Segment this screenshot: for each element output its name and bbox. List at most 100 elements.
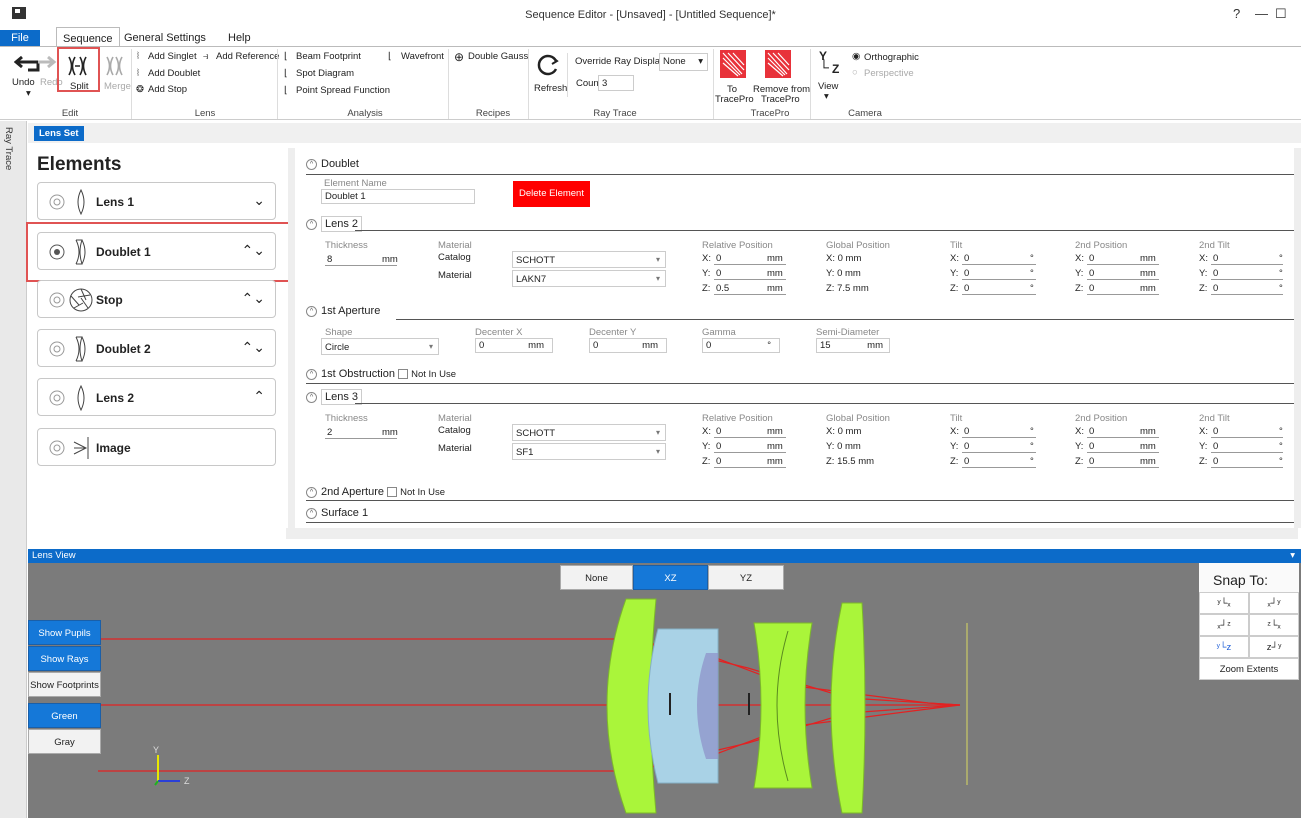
- relative-y-input[interactable]: 0: [716, 268, 721, 279]
- chevron-up-icon[interactable]: ⌃: [253, 388, 265, 405]
- orthographic-radio-icon[interactable]: ◉: [852, 51, 860, 62]
- tab-file[interactable]: File: [0, 30, 40, 46]
- show-footprints-button[interactable]: Show Footprints: [28, 672, 101, 697]
- pos2-x-input[interactable]: 0: [1089, 426, 1094, 437]
- ray-trace-side-tab[interactable]: Ray Trace: [3, 127, 14, 170]
- lens-view-viewport[interactable]: Y Z: [28, 563, 1301, 818]
- section-lens-2[interactable]: ^ Lens 2: [306, 216, 363, 232]
- element-name-input[interactable]: Doublet 1: [321, 189, 475, 204]
- relative-x-input[interactable]: 0: [716, 253, 721, 264]
- snap-zx-icon[interactable]: ᶻ└ₓ: [1249, 614, 1299, 636]
- view-xz-button[interactable]: XZ: [633, 565, 708, 590]
- section-doublet[interactable]: ^ Doublet: [306, 158, 359, 170]
- semi-diameter-input[interactable]: 15 mm: [816, 338, 890, 353]
- pos2-y-input[interactable]: 0: [1089, 441, 1094, 452]
- not-in-use-checkbox[interactable]: [398, 369, 409, 380]
- catalog-select[interactable]: SCHOTT ▾: [512, 424, 666, 441]
- refresh-button[interactable]: Refresh: [534, 83, 567, 94]
- pos2-y-input[interactable]: 0: [1089, 268, 1094, 279]
- maximize-button[interactable]: ☐: [1275, 6, 1287, 22]
- collapse-icon[interactable]: ^: [306, 368, 317, 380]
- spot-diagram-button[interactable]: Spot Diagram: [296, 68, 354, 79]
- shape-select[interactable]: Circle ▾: [321, 338, 439, 355]
- eye-icon[interactable]: [49, 194, 65, 210]
- thickness-input[interactable]: 8: [327, 254, 332, 265]
- decenter-x-input[interactable]: 0 mm: [475, 338, 553, 353]
- element-item-lens-2[interactable]: Lens 2 ⌃: [37, 378, 276, 416]
- override-ray-select[interactable]: None ▾: [659, 53, 708, 71]
- snap-zy-icon[interactable]: z┘ʸ: [1249, 636, 1299, 658]
- element-item-stop[interactable]: Stop ⌃⌄: [37, 280, 276, 318]
- element-item-lens-1[interactable]: Lens 1 ⌄: [37, 182, 276, 220]
- add-reference-button[interactable]: Add Reference: [216, 51, 279, 62]
- tilt-y-input[interactable]: 0: [964, 441, 969, 452]
- snap-xz-icon[interactable]: ₓ┘ᶻ: [1199, 614, 1249, 636]
- tilt2-y-input[interactable]: 0: [1213, 268, 1218, 279]
- catalog-select[interactable]: SCHOTT ▾: [512, 251, 666, 268]
- section-surface-1[interactable]: ^ Surface 1: [306, 507, 368, 519]
- help-button[interactable]: ?: [1233, 6, 1240, 21]
- perspective-radio-icon[interactable]: ○: [852, 67, 858, 78]
- collapse-icon[interactable]: ^: [306, 507, 317, 519]
- lens-set-tab[interactable]: Lens Set: [34, 126, 84, 141]
- collapse-icon[interactable]: ^: [306, 486, 317, 498]
- section-1st-obstruction[interactable]: ^ 1st Obstruction Not In Use: [306, 368, 456, 380]
- material-select[interactable]: LAKN7 ▾: [512, 270, 666, 287]
- delete-element-button[interactable]: Delete Element: [513, 181, 590, 207]
- beam-footprint-button[interactable]: Beam Footprint: [296, 51, 361, 62]
- snap-yz-icon[interactable]: ʸ└z: [1199, 636, 1249, 658]
- element-item-doublet-2[interactable]: Doublet 2 ⌃⌄: [37, 329, 276, 367]
- horizontal-scrollbar[interactable]: [286, 528, 1298, 539]
- relative-x-input[interactable]: 0: [716, 426, 721, 437]
- remove-tracepro-line2[interactable]: TracePro: [761, 94, 800, 105]
- psf-button[interactable]: Point Spread Function: [296, 85, 390, 96]
- add-stop-button[interactable]: Add Stop: [148, 84, 187, 95]
- eye-icon[interactable]: [49, 341, 65, 357]
- thickness-input[interactable]: 2: [327, 427, 332, 438]
- collapse-icon[interactable]: ^: [306, 305, 317, 317]
- section-1st-aperture[interactable]: ^ 1st Aperture: [306, 305, 380, 317]
- zoom-extents-button[interactable]: Zoom Extents: [1199, 658, 1299, 680]
- decenter-y-input[interactable]: 0 mm: [589, 338, 667, 353]
- tilt2-y-input[interactable]: 0: [1213, 441, 1218, 452]
- eye-icon[interactable]: [49, 390, 65, 406]
- tilt2-x-input[interactable]: 0: [1213, 426, 1218, 437]
- collapse-icon[interactable]: ^: [306, 218, 317, 230]
- relative-z-input[interactable]: 0: [716, 456, 721, 467]
- material-select[interactable]: SF1 ▾: [512, 443, 666, 460]
- view-none-button[interactable]: None: [560, 565, 633, 590]
- view-yz-button[interactable]: YZ: [708, 565, 784, 590]
- section-2nd-aperture[interactable]: ^ 2nd Aperture Not In Use: [306, 486, 445, 498]
- tilt-x-input[interactable]: 0: [964, 253, 969, 264]
- tab-sequence[interactable]: Sequence: [56, 27, 120, 46]
- tilt-y-input[interactable]: 0: [964, 268, 969, 279]
- gray-color-button[interactable]: Gray: [28, 729, 101, 754]
- green-color-button[interactable]: Green: [28, 703, 101, 728]
- collapse-icon[interactable]: ^: [306, 158, 317, 170]
- add-doublet-button[interactable]: Add Doublet: [148, 68, 200, 79]
- eye-icon[interactable]: [49, 292, 65, 308]
- orthographic-label[interactable]: Orthographic: [864, 52, 919, 63]
- gamma-input[interactable]: 0 °: [702, 338, 780, 353]
- vertical-scrollbar[interactable]: [1294, 148, 1301, 528]
- double-gauss-button[interactable]: Double Gauss: [468, 51, 528, 62]
- not-in-use-checkbox[interactable]: [387, 487, 398, 498]
- tilt-z-input[interactable]: 0: [964, 456, 969, 467]
- pos2-z-input[interactable]: 0: [1089, 456, 1094, 467]
- chevron-down-icon[interactable]: ⌄: [253, 192, 265, 209]
- merge-button[interactable]: Merge: [104, 81, 131, 92]
- tab-help[interactable]: Help: [222, 30, 257, 46]
- wavefront-button[interactable]: Wavefront: [401, 51, 444, 62]
- to-tracepro-line2[interactable]: TracePro: [715, 94, 754, 105]
- show-rays-button[interactable]: Show Rays: [28, 646, 101, 671]
- element-item-image[interactable]: Image: [37, 428, 276, 466]
- snap-yx-icon[interactable]: ₓ┘ʸ: [1249, 592, 1299, 614]
- tilt2-z-input[interactable]: 0: [1213, 283, 1218, 294]
- pos2-z-input[interactable]: 0: [1089, 283, 1094, 294]
- show-pupils-button[interactable]: Show Pupils: [28, 620, 101, 645]
- tilt-x-input[interactable]: 0: [964, 426, 969, 437]
- tab-general-settings[interactable]: General Settings: [118, 30, 212, 46]
- pos2-x-input[interactable]: 0: [1089, 253, 1094, 264]
- relative-z-input[interactable]: 0.5: [716, 283, 729, 294]
- tilt-z-input[interactable]: 0: [964, 283, 969, 294]
